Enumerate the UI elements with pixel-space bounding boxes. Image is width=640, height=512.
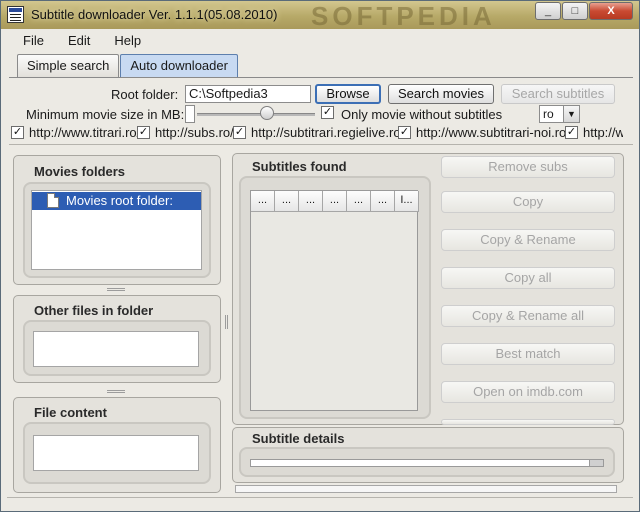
tab-divider (9, 77, 633, 78)
window-title: Subtitle downloader Ver. 1.1.1(05.08.201… (31, 7, 278, 22)
movies-folders-title: Movies folders (34, 164, 126, 179)
search-movies-button[interactable]: Search movies (388, 84, 494, 104)
title-bar[interactable]: Subtitle downloader Ver. 1.1.1(05.08.201… (1, 1, 639, 31)
site-checkbox[interactable]: ✓ (565, 126, 578, 139)
tree-item-movies-root[interactable]: Movies root folder: (32, 192, 201, 210)
site-checkbox[interactable]: ✓ (137, 126, 150, 139)
file-content-area[interactable] (33, 435, 199, 471)
column-header[interactable]: ... (347, 191, 371, 212)
site-checkbox[interactable]: ✓ (398, 126, 411, 139)
maximize-button[interactable]: □ (562, 2, 588, 20)
min-size-input[interactable] (185, 105, 195, 123)
copy-all-button[interactable]: Copy all (441, 267, 615, 289)
column-header[interactable]: ... (299, 191, 323, 212)
vertical-splitter-handle[interactable] (225, 315, 228, 329)
menu-bar: File Edit Help (9, 29, 633, 51)
document-icon (47, 193, 59, 208)
open-imdb-button[interactable]: Open on imdb.com (441, 381, 615, 403)
menu-help[interactable]: Help (114, 33, 141, 48)
app-window: Subtitle downloader Ver. 1.1.1(05.08.201… (0, 0, 640, 512)
only-without-subs-label: Only movie without subtitles (341, 107, 503, 122)
site-url: http://subs.ro/ (155, 125, 234, 140)
site-list: ✓ http://www.titrari.ro/ ✓ http://subs.r… (11, 125, 623, 141)
copy-rename-all-button[interactable]: Copy & Rename all (441, 305, 615, 327)
site-checkbox[interactable]: ✓ (11, 126, 24, 139)
menu-file[interactable]: File (23, 33, 44, 48)
other-files-list[interactable] (33, 331, 199, 367)
min-size-slider-track[interactable] (197, 113, 315, 116)
close-button[interactable]: X (589, 2, 633, 20)
site-url: http://subtitrari.regielive.ro/ (251, 125, 405, 140)
column-header[interactable]: I... (395, 191, 419, 212)
column-header[interactable]: ... (323, 191, 347, 212)
minimize-button[interactable]: _ (535, 2, 561, 20)
site-checkbox[interactable]: ✓ (233, 126, 246, 139)
tree-item-label: Movies root folder: (66, 193, 173, 208)
root-folder-input[interactable]: C:\Softpedia3 (185, 85, 311, 103)
horizontal-scrollbar[interactable] (235, 485, 617, 493)
copy-rename-button[interactable]: Copy & Rename (441, 229, 615, 251)
best-match-button[interactable]: Best match (441, 343, 615, 365)
subtitle-details-title: Subtitle details (252, 431, 345, 446)
app-icon (7, 6, 24, 23)
browse-button[interactable]: Browse (315, 84, 381, 104)
options-divider (9, 144, 633, 145)
chevron-down-icon[interactable]: ▼ (563, 106, 579, 122)
file-content-title: File content (34, 405, 107, 420)
only-without-subs-checkbox[interactable]: ✓ (321, 106, 334, 119)
tab-strip: Simple search Auto downloader (17, 54, 239, 77)
site-url: http://w (583, 125, 623, 140)
subtitles-table[interactable]: ... ... ... ... ... ... I... (250, 190, 419, 411)
scrollbar-thumb[interactable] (589, 460, 603, 466)
column-header[interactable]: ... (275, 191, 299, 212)
menu-edit[interactable]: Edit (68, 33, 90, 48)
watermark-logo: SOFTPEDIA (311, 1, 496, 31)
other-files-title: Other files in folder (34, 303, 154, 318)
site-url: http://www.subtitrari-noi.ro/ (416, 125, 570, 140)
copy-button[interactable]: Copy (441, 191, 615, 213)
status-bar (7, 497, 633, 509)
site-url: http://www.titrari.ro/ (29, 125, 141, 140)
subtitles-found-title: Subtitles found (252, 159, 347, 174)
remove-subs-button[interactable]: Remove subs (441, 156, 615, 178)
column-header[interactable]: ... (251, 191, 275, 212)
tab-simple-search[interactable]: Simple search (17, 54, 120, 77)
splitter-handle[interactable] (107, 390, 125, 393)
min-size-label: Minimum movie size in MB: (26, 107, 185, 122)
root-folder-label: Root folder: (111, 87, 179, 102)
language-value: ro (543, 107, 554, 121)
caption-buttons: _ □ X (534, 2, 633, 20)
subtitle-details-scrollbar[interactable] (250, 459, 604, 467)
more-actions-button[interactable] (441, 419, 615, 425)
splitter-handle[interactable] (107, 288, 125, 291)
search-subtitles-button[interactable]: Search subtitles (501, 84, 615, 104)
column-header[interactable]: ... (371, 191, 395, 212)
tab-auto-downloader[interactable]: Auto downloader (120, 54, 238, 77)
min-size-slider-knob[interactable] (260, 106, 274, 120)
language-select[interactable]: ro ▼ (539, 105, 580, 123)
table-header: ... ... ... ... ... ... I... (251, 191, 419, 212)
